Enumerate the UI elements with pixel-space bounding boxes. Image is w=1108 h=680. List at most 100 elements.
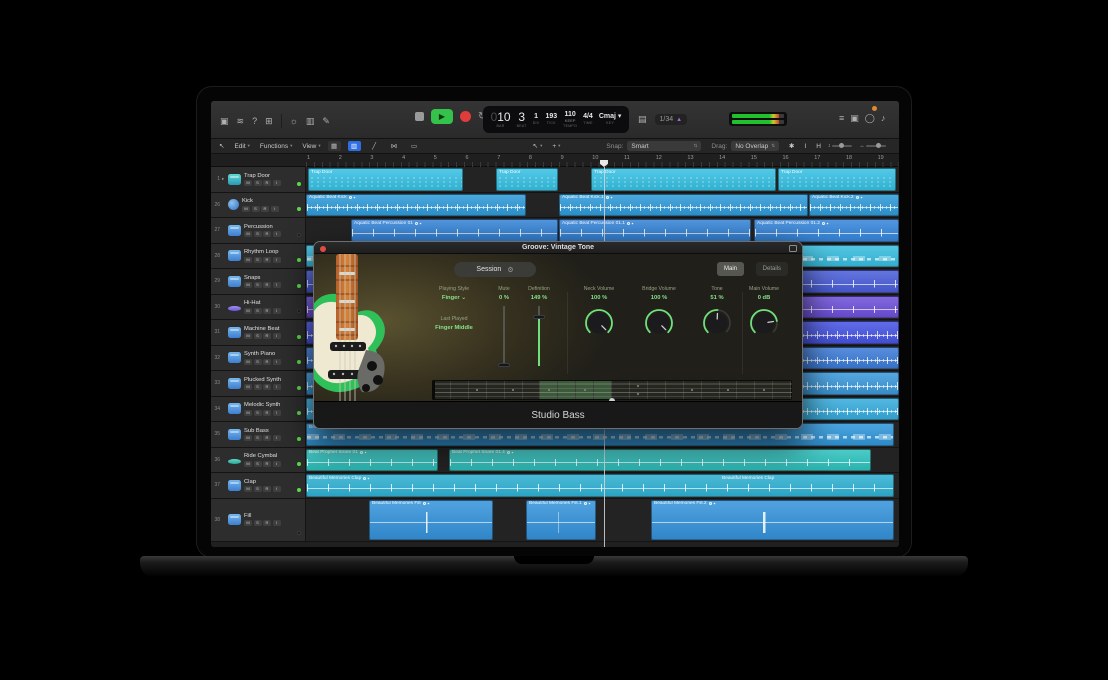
region[interactable]: Beautiful Memories Fill.1	[526, 500, 596, 540]
slider-handle[interactable]	[498, 363, 510, 368]
input-monitor-button[interactable]: I	[273, 257, 281, 263]
grid-view-icon[interactable]: ▦	[328, 141, 341, 151]
track-header[interactable]: 35Sub BassMSRI	[211, 422, 306, 447]
fill-icon[interactable]	[228, 514, 241, 525]
track-header[interactable]: 1▸Trap DoorMSRI	[211, 167, 306, 192]
clap-icon[interactable]	[228, 480, 241, 491]
mute-slider[interactable]	[503, 306, 505, 366]
tab-details[interactable]: Details	[756, 262, 788, 276]
solo-button[interactable]: S	[254, 520, 262, 526]
record-enable-button[interactable]: R	[263, 435, 271, 441]
mute-button[interactable]: M	[244, 257, 252, 263]
back-icon[interactable]: ↖	[219, 142, 224, 150]
synth-icon[interactable]	[228, 352, 241, 363]
tab-main[interactable]: Main	[717, 262, 744, 276]
mute-button[interactable]: M	[242, 206, 250, 212]
track-header[interactable]: 36Ride CymbalMSRI	[211, 448, 306, 473]
solo-button[interactable]: S	[254, 384, 262, 390]
stop-button[interactable]	[415, 112, 424, 121]
track-header[interactable]: 33Plucked SynthMSRI	[211, 371, 306, 396]
tuner-icon[interactable]: ▲	[676, 117, 682, 123]
tone-knob[interactable]	[702, 308, 732, 338]
menu-functions[interactable]: Functions▾	[260, 143, 292, 150]
track-header[interactable]: 30Hi-HatMSRI	[211, 295, 306, 320]
playing-style-value[interactable]: Finger ⌄	[442, 295, 466, 301]
synth-icon[interactable]	[228, 429, 241, 440]
solo-button[interactable]: S	[252, 206, 260, 212]
solo-button[interactable]: S	[254, 231, 262, 237]
track-header[interactable]: 37ClapMSRI	[211, 473, 306, 498]
solo-button[interactable]: S	[254, 486, 262, 492]
track-name[interactable]: Fill	[244, 513, 281, 519]
fret-cell[interactable]	[630, 381, 648, 399]
flex-icon[interactable]: ✱	[789, 142, 794, 150]
fret-cell[interactable]	[594, 381, 612, 399]
region[interactable]: Trap Door	[496, 168, 558, 191]
synth-icon[interactable]	[228, 403, 241, 414]
input-monitor-button[interactable]: I	[273, 520, 281, 526]
fret-cell[interactable]	[684, 381, 702, 399]
mute-button[interactable]: M	[244, 461, 252, 467]
record-enable-button[interactable]: R	[263, 231, 271, 237]
track-name[interactable]: Hi-Hat	[244, 300, 281, 306]
track-header[interactable]: 27PercussionMSRI	[211, 218, 306, 243]
track-header[interactable]: 34Melodic SynthMSRI	[211, 397, 306, 422]
percussion-icon[interactable]	[228, 327, 241, 338]
catch-icon[interactable]: ▭	[408, 141, 421, 151]
menu-view[interactable]: View▾	[302, 143, 320, 150]
fret-cell[interactable]	[720, 381, 738, 399]
record-enable-button[interactable]: R	[263, 257, 271, 263]
track-header[interactable]: 31Machine BeatMSRI	[211, 320, 306, 345]
pointer-tool-menu[interactable]: ↖▾	[533, 142, 543, 150]
track-header[interactable]: 26KickMSRI	[211, 193, 306, 218]
record-enable-button[interactable]: R	[261, 206, 269, 212]
mute-button[interactable]: M	[244, 520, 252, 526]
fret-cell[interactable]	[612, 381, 630, 399]
drag-dropdown[interactable]: No Overlap⇅	[731, 141, 779, 151]
track-name[interactable]: Rhythm Loop	[244, 249, 281, 255]
fret-cell[interactable]	[773, 381, 791, 399]
time-signature-display[interactable]: 4/4TIME	[583, 113, 593, 126]
record-button[interactable]	[460, 111, 471, 122]
input-monitor-button[interactable]: I	[273, 231, 281, 237]
input-monitor-button[interactable]: I	[273, 333, 281, 339]
region[interactable]: Aquatic Beat Percussion 01.2	[754, 219, 899, 242]
solo-button[interactable]: S	[254, 435, 262, 441]
percussion-icon[interactable]	[228, 276, 241, 287]
fret-cell[interactable]	[576, 381, 594, 399]
record-enable-button[interactable]: R	[263, 180, 271, 186]
mute-button[interactable]: M	[244, 308, 252, 314]
input-monitor-button[interactable]: I	[273, 410, 281, 416]
media-browser-icon[interactable]: ♪	[881, 114, 886, 123]
fret-cell[interactable]	[755, 381, 773, 399]
menu-edit[interactable]: Edit▾	[234, 143, 249, 150]
library-icon[interactable]: ▣	[220, 117, 229, 126]
fret-cell[interactable]	[487, 381, 505, 399]
input-monitor-button[interactable]: I	[273, 486, 281, 492]
fretboard[interactable]	[432, 380, 792, 400]
track-lane[interactable]: Beautiful Memories ClapBeautiful Memorie…	[306, 473, 899, 498]
mute-button[interactable]: M	[244, 410, 252, 416]
tempo-display[interactable]: 110KEEPTEMPO	[563, 111, 577, 129]
record-enable-button[interactable]: R	[263, 384, 271, 390]
key-display[interactable]: Cmaj ▾KEY	[599, 113, 622, 126]
plugin-titlebar[interactable]: Groove: Vintage Tone	[314, 242, 802, 254]
track-name[interactable]: Ride Cymbal	[244, 453, 281, 459]
input-monitor-button[interactable]: I	[273, 180, 281, 186]
track-name[interactable]: Synth Piano	[244, 351, 281, 357]
solo-button[interactable]: S	[254, 410, 262, 416]
mute-button[interactable]: M	[244, 435, 252, 441]
region[interactable]: Beat Prophet Snare 01.4	[449, 449, 871, 472]
toolbar-toggle-icon[interactable]: ⊞	[265, 117, 273, 126]
solo-button[interactable]: S	[254, 461, 262, 467]
fret-cell[interactable]	[451, 381, 469, 399]
track-header[interactable]: 28Rhythm LoopMSRI	[211, 244, 306, 269]
ride-cymbal-icon[interactable]	[228, 459, 241, 464]
vertical-zoom-slider[interactable]: ↕	[828, 143, 853, 149]
fret-cell[interactable]	[469, 381, 487, 399]
fret-cell[interactable]	[523, 381, 541, 399]
loop-browser-icon[interactable]: ◯	[865, 114, 875, 123]
preset-selector[interactable]: Session⚙	[454, 262, 536, 277]
notes-icon[interactable]: ▣	[850, 114, 859, 123]
link-window-icon[interactable]	[789, 245, 797, 252]
